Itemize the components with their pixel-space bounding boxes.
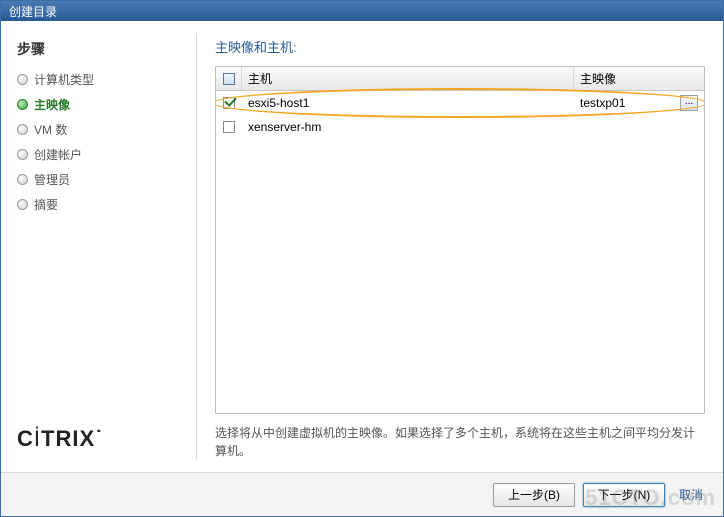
- row-checkbox[interactable]: [223, 97, 235, 109]
- row-checkbox[interactable]: [223, 121, 235, 133]
- row-host-cell: esxi5-host1: [242, 96, 574, 110]
- window-title: 创建目录: [9, 3, 57, 20]
- row-image-value: testxp01: [580, 96, 625, 110]
- step-dot-icon: [17, 74, 28, 85]
- sidebar-title: 步骤: [17, 39, 180, 59]
- step-dot-icon: [17, 99, 28, 110]
- step-label: 摘要: [34, 196, 58, 213]
- titlebar[interactable]: 创建目录: [1, 1, 723, 21]
- table-row[interactable]: esxi5-host1 testxp01 ...: [216, 91, 704, 115]
- step-create-account: 创建帐户: [17, 146, 180, 163]
- select-all-checkbox-icon[interactable]: [223, 73, 235, 85]
- step-label: 管理员: [34, 171, 70, 188]
- footer: 上一步(B) 下一步(N) 取消: [1, 472, 723, 516]
- column-header-host[interactable]: 主机: [242, 67, 574, 90]
- row-image-cell: testxp01 ...: [574, 95, 704, 111]
- step-dot-icon: [17, 174, 28, 185]
- step-vm-count: VM 数: [17, 121, 180, 138]
- select-all-header[interactable]: [216, 67, 242, 90]
- step-dot-icon: [17, 199, 28, 210]
- step-label: VM 数: [34, 121, 67, 138]
- step-computer-type: 计算机类型: [17, 71, 180, 88]
- brand-logo: CİTRIX˙: [17, 426, 180, 462]
- host-image-table: 主机 主映像 esxi5-host1 testxp01 ...: [215, 66, 705, 414]
- hint-text: 选择将从中创建虚拟机的主映像。如果选择了多个主机，系统将在这些主机之间平均分发计…: [215, 424, 705, 460]
- next-button[interactable]: 下一步(N): [583, 483, 665, 507]
- main-panel: 主映像和主机: 主机 主映像 esxi5-host1 testxp01: [197, 21, 723, 472]
- step-label: 创建帐户: [34, 146, 82, 163]
- wizard-window: 创建目录 步骤 计算机类型 主映像 VM 数 创建帐户: [0, 0, 724, 517]
- table-header: 主机 主映像: [216, 67, 704, 91]
- step-administrator: 管理员: [17, 171, 180, 188]
- section-title: 主映像和主机:: [215, 37, 705, 56]
- browse-image-button[interactable]: ...: [680, 95, 698, 111]
- row-check-cell[interactable]: [216, 97, 242, 109]
- step-dot-icon: [17, 124, 28, 135]
- step-label: 主映像: [34, 96, 70, 113]
- back-button[interactable]: 上一步(B): [493, 483, 575, 507]
- sidebar: 步骤 计算机类型 主映像 VM 数 创建帐户: [1, 21, 196, 472]
- column-header-image[interactable]: 主映像: [574, 67, 704, 90]
- step-summary: 摘要: [17, 196, 180, 213]
- table-row[interactable]: xenserver-hm: [216, 115, 704, 139]
- step-master-image: 主映像: [17, 96, 180, 113]
- row-check-cell[interactable]: [216, 121, 242, 133]
- step-dot-icon: [17, 149, 28, 160]
- step-label: 计算机类型: [34, 71, 94, 88]
- row-host-cell: xenserver-hm: [242, 120, 574, 134]
- window-body: 步骤 计算机类型 主映像 VM 数 创建帐户: [1, 21, 723, 472]
- step-list: 计算机类型 主映像 VM 数 创建帐户 管理员: [17, 71, 180, 213]
- cancel-button[interactable]: 取消: [673, 486, 709, 503]
